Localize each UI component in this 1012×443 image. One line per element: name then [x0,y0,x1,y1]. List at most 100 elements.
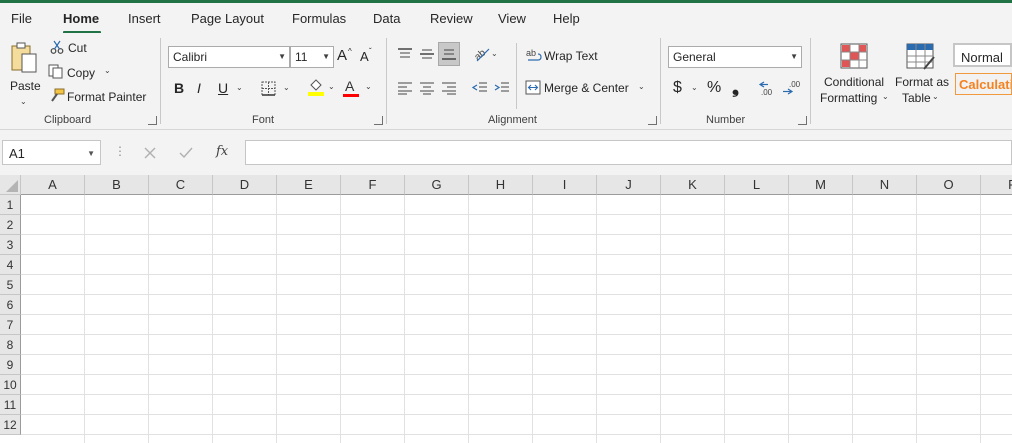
percent-style-button[interactable]: % [707,79,721,97]
align-right-icon[interactable] [441,81,457,95]
comma-style-button[interactable]: ❟ [732,77,739,98]
chevron-down-icon[interactable]: ⌄ [691,83,698,92]
decrease-decimal-icon[interactable]: .00 [782,79,804,97]
alignment-dialog-launcher-icon[interactable] [648,116,657,125]
align-left-icon[interactable] [397,81,413,95]
tab-page-layout[interactable]: Page Layout [191,11,264,26]
align-middle-icon[interactable] [419,47,435,61]
row-header-8[interactable]: 8 [0,335,21,355]
bold-button[interactable]: B [174,80,184,96]
column-header-k[interactable]: K [661,175,725,195]
select-all-corner[interactable] [0,175,21,195]
formula-bar: A1 ▼ ⋮ fx [0,130,1012,175]
name-box[interactable]: A1 ▼ [2,140,101,165]
cancel-entry-icon[interactable] [143,146,157,160]
column-header-n[interactable]: N [853,175,917,195]
tab-formulas[interactable]: Formulas [292,11,346,26]
row-header-1[interactable]: 1 [0,195,21,215]
chevron-down-icon[interactable]: ⌄ [236,83,243,92]
svg-text:ab: ab [473,47,488,63]
formula-input[interactable] [245,140,1012,165]
borders-button[interactable]: ⌄ [259,79,295,97]
tab-review[interactable]: Review [430,11,473,26]
tab-file[interactable]: File [11,11,32,26]
align-top-icon[interactable] [397,47,413,61]
column-header-p[interactable]: P [981,175,1012,195]
column-header-l[interactable]: L [725,175,789,195]
chevron-down-icon: ⌄ [104,66,111,75]
confirm-entry-icon[interactable] [178,146,194,160]
font-color-button[interactable]: A ⌄ [343,78,377,98]
number-format-select[interactable]: General ▼ [668,46,802,68]
row-header-12[interactable]: 12 [0,415,21,435]
column-header-e[interactable]: E [277,175,341,195]
column-header-d[interactable]: D [213,175,277,195]
tab-view[interactable]: View [498,11,526,26]
font-size-value: 11 [295,50,308,64]
increase-font-size-button[interactable]: A ^ [337,47,355,67]
row-header-10[interactable]: 10 [0,375,21,395]
column-header-j[interactable]: J [597,175,661,195]
column-header-f[interactable]: F [341,175,405,195]
chevron-down-icon: ⌄ [882,92,889,101]
accounting-format-button[interactable]: $ [673,79,682,97]
tab-insert[interactable]: Insert [128,11,161,26]
align-center-icon[interactable] [419,81,435,95]
insert-function-button[interactable]: fx [216,144,228,159]
style-normal-label: Normal [961,50,1003,65]
tab-home[interactable]: Home [63,11,99,26]
increase-indent-icon[interactable] [494,81,510,95]
font-color-icon: A [345,78,355,94]
increase-decimal-icon[interactable]: .00 [758,79,780,97]
align-bottom-icon [442,49,456,60]
align-bottom-button[interactable] [438,42,460,66]
row-header-9[interactable]: 9 [0,355,21,375]
decrease-indent-icon[interactable] [472,81,488,95]
format-as-table-label-2: Table [902,91,931,105]
ribbon-tabs: File Home Insert Page Layout Formulas Da… [0,3,1012,34]
merge-center-button[interactable]: Merge & Center ⌄ [525,79,651,97]
underline-button[interactable]: U [218,80,228,96]
conditional-formatting-button[interactable]: Conditional Formatting ⌄ [818,41,892,111]
style-calculation[interactable]: Calculatio [955,73,1012,95]
column-header-c[interactable]: C [149,175,213,195]
font-name-value: Calibri [173,50,208,64]
style-normal[interactable]: Normal [953,43,1012,67]
column-header-g[interactable]: G [405,175,469,195]
merge-cells-icon [525,80,541,95]
column-header-o[interactable]: O [917,175,981,195]
group-divider [660,38,661,124]
orientation-button[interactable]: ab ⌄ [471,45,503,65]
row-header-5[interactable]: 5 [0,275,21,295]
format-as-table-button[interactable]: Format as Table ⌄ [894,41,950,111]
tab-data[interactable]: Data [373,11,400,26]
copy-button[interactable]: Copy ⌄ [48,63,118,81]
number-dialog-launcher-icon[interactable] [798,116,807,125]
decrease-font-size-button[interactable]: Aˇ [360,47,378,69]
alignment-inner-divider [516,43,517,109]
row-header-2[interactable]: 2 [0,215,21,235]
font-name-select[interactable]: Calibri ▼ [168,46,290,68]
font-size-select[interactable]: 11 ▼ [290,46,334,68]
column-header-h[interactable]: H [469,175,533,195]
row-header-4[interactable]: 4 [0,255,21,275]
column-header-m[interactable]: M [789,175,853,195]
row-header-3[interactable]: 3 [0,235,21,255]
paste-button[interactable]: Paste ⌄ [6,39,42,107]
format-painter-button[interactable]: Format Painter [48,87,148,105]
tab-help[interactable]: Help [553,11,580,26]
cell-area[interactable] [21,195,1012,443]
column-header-b[interactable]: B [85,175,149,195]
italic-button[interactable]: I [197,80,201,96]
column-header-i[interactable]: I [533,175,597,195]
column-header-a[interactable]: A [21,175,85,195]
cut-button[interactable]: Cut [48,39,108,57]
font-dialog-launcher-icon[interactable] [374,116,383,125]
row-header-6[interactable]: 6 [0,295,21,315]
row-header-11[interactable]: 11 [0,395,21,415]
fill-color-button[interactable]: ⌄ [306,78,342,98]
row-header-7[interactable]: 7 [0,315,21,335]
wrap-text-button[interactable]: ab Wrap Text [526,47,606,65]
more-options-icon[interactable]: ⋮ [114,144,126,158]
clipboard-dialog-launcher-icon[interactable] [148,116,157,125]
